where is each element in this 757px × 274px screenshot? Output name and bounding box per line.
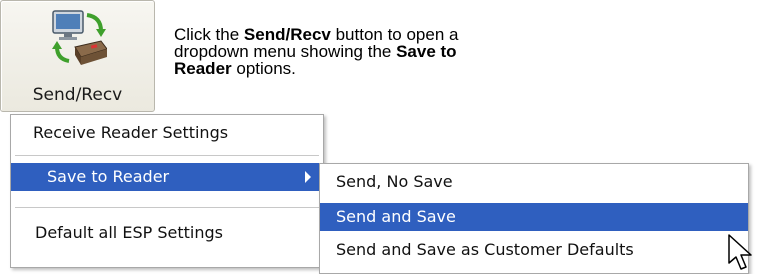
submenu-arrow-icon bbox=[305, 171, 311, 183]
submenu-item-send-no-save[interactable]: Send, No Save bbox=[320, 168, 748, 196]
send-receive-icon bbox=[52, 10, 107, 65]
submenu-item-label: Send and Save bbox=[336, 207, 456, 226]
mouse-cursor-icon bbox=[728, 234, 752, 270]
submenu-item-label: Send, No Save bbox=[336, 172, 453, 191]
submenu-item-send-and-save-as-customer-defaults[interactable]: Send and Save as Customer Defaults bbox=[320, 236, 748, 264]
menu-item-default-all-esp-settings[interactable]: Default all ESP Settings bbox=[11, 219, 323, 247]
menu-separator bbox=[15, 155, 319, 156]
save-to-reader-submenu: Send, No Save Send and Save Send and Sav… bbox=[319, 163, 749, 274]
submenu-item-send-and-save[interactable]: Send and Save bbox=[320, 203, 748, 231]
menu-item-save-to-reader[interactable]: Save to Reader bbox=[11, 163, 323, 191]
send-recv-dropdown-menu: Receive Reader Settings Save to Reader D… bbox=[10, 114, 324, 268]
instruction-part-3: options. bbox=[231, 59, 296, 78]
send-recv-label: Send/Recv bbox=[32, 85, 123, 105]
submenu-item-label: Send and Save as Customer Defaults bbox=[336, 240, 634, 259]
menu-separator bbox=[15, 207, 319, 208]
instruction-text: Click the Send/Recv button to open a dro… bbox=[174, 26, 474, 77]
menu-item-label: Save to Reader bbox=[47, 167, 170, 186]
menu-item-label: Receive Reader Settings bbox=[33, 123, 229, 142]
menu-item-label: Default all ESP Settings bbox=[35, 223, 223, 242]
menu-item-receive-reader-settings[interactable]: Receive Reader Settings bbox=[11, 119, 323, 147]
send-recv-button[interactable]: Send/Recv bbox=[0, 0, 155, 112]
